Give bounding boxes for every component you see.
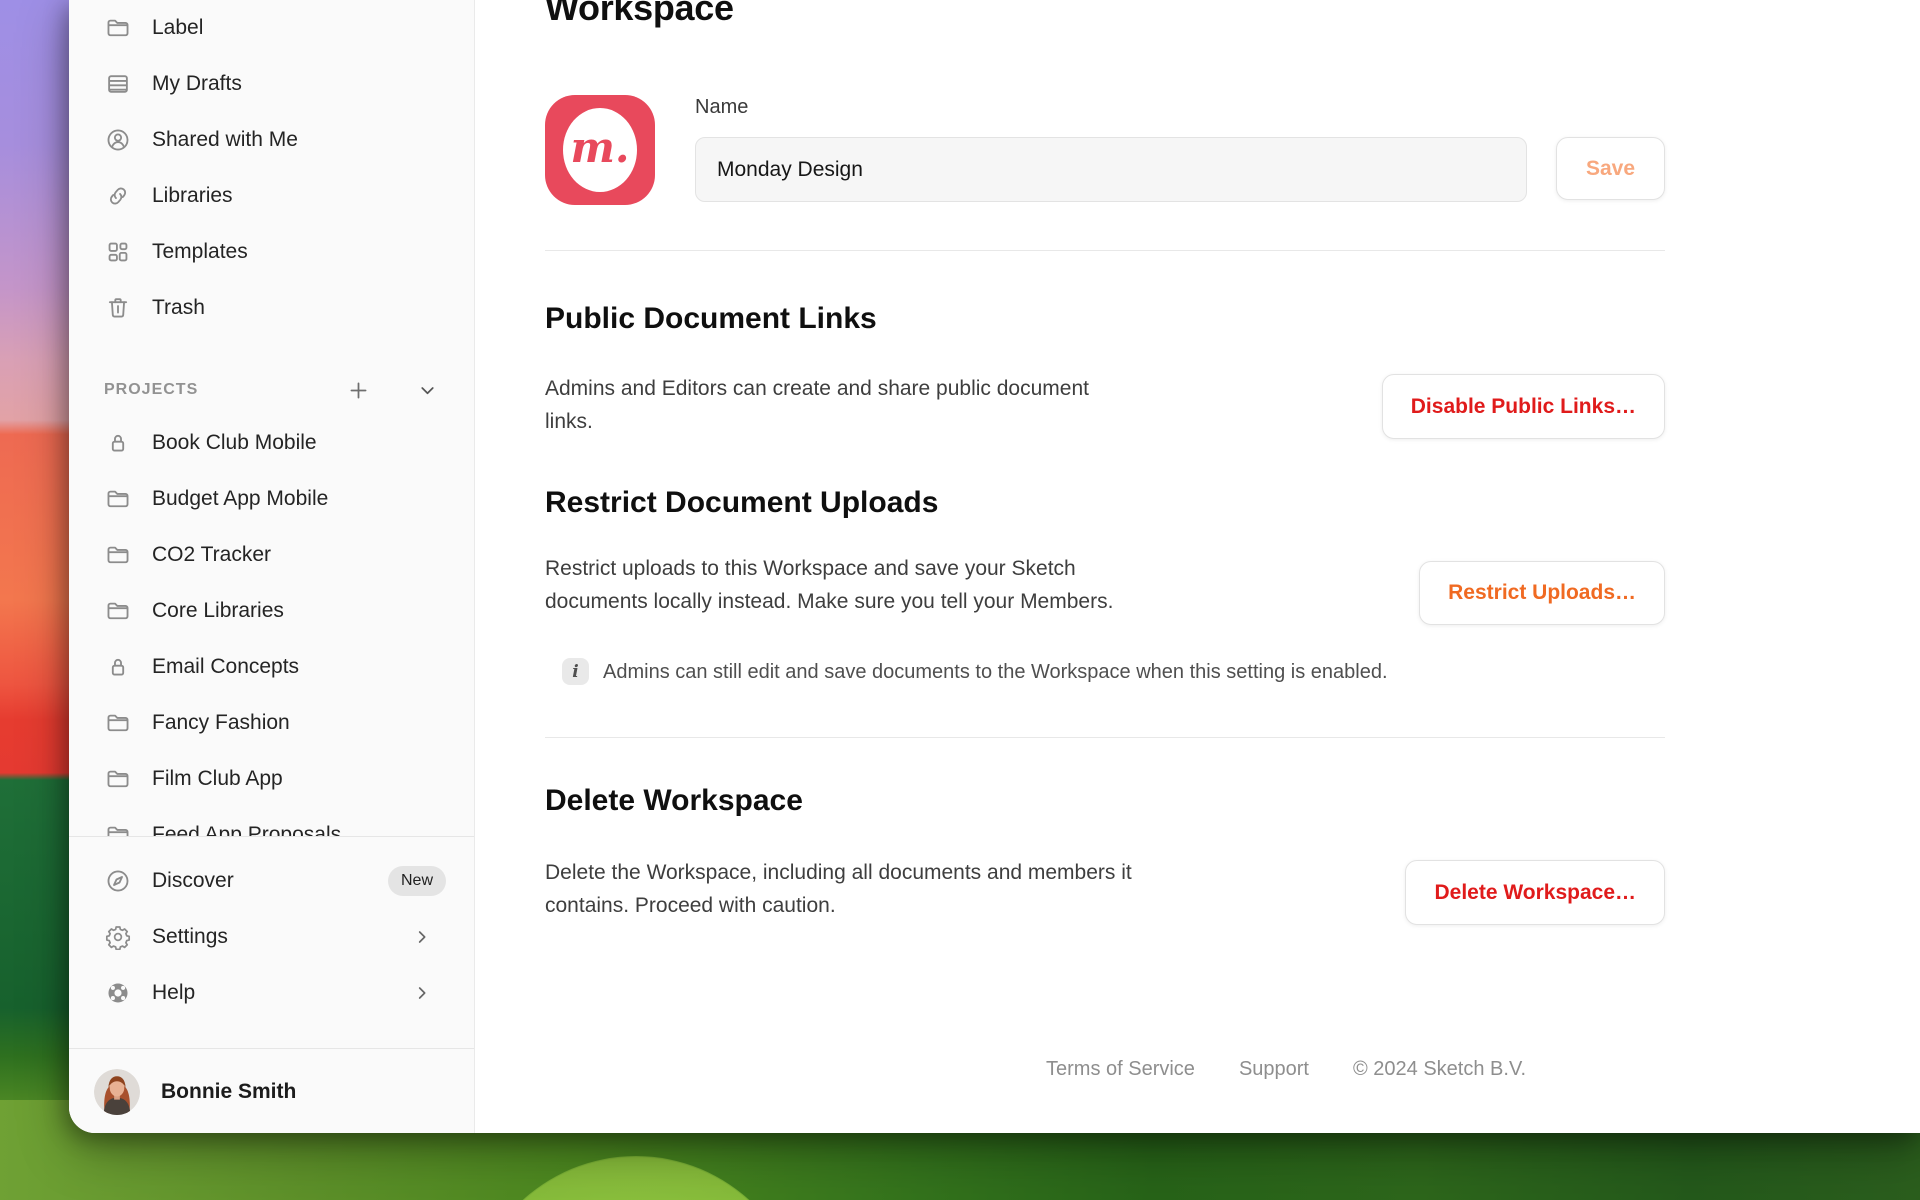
chevron-right-icon [412,927,432,947]
workspace-logo: m. [545,95,655,205]
section-title-delete-workspace: Delete Workspace [545,784,803,817]
terms-of-service-link[interactable]: Terms of Service [1046,1058,1195,1081]
person-circle-icon [105,127,131,153]
project-item-text: Email Concepts [152,655,300,678]
description-line: Restrict uploads to this Workspace and s… [545,557,1076,580]
sidebar-item-text: Label [152,16,204,39]
sketch-app-window: Label My Drafts Shared with Me Libraries… [69,0,1920,1133]
section-divider [545,737,1665,738]
projects-header-label: PROJECTS [104,381,199,398]
disable-public-links-button[interactable]: Disable Public Links… [1381,374,1665,439]
lock-icon [105,430,131,456]
copyright-text: © 2024 Sketch B.V. [1353,1058,1526,1080]
project-item-film-club-app[interactable]: Film Club App [69,751,474,807]
section-title-restrict-document-uploads: Restrict Document Uploads [545,486,939,519]
sidebar-item-text: Shared with Me [152,128,298,151]
name-field-label: Name [695,96,749,118]
avatar [94,1069,140,1115]
sidebar-item-settings[interactable]: Settings [69,909,474,965]
info-icon: i [562,658,589,685]
project-item-budget-app-mobile[interactable]: Budget App Mobile [69,471,474,527]
sidebar-item-libraries[interactable]: Libraries [69,168,474,224]
add-project-button[interactable] [346,378,371,403]
project-item-text: Core Libraries [152,599,284,622]
sidebar-item-text: Help [152,981,196,1004]
sidebar-item-my-drafts[interactable]: My Drafts [69,56,474,112]
sidebar: Label My Drafts Shared with Me Libraries… [69,0,475,1133]
sidebar-item-text: Settings [152,925,228,948]
project-item-fancy-fashion[interactable]: Fancy Fashion [69,695,474,751]
description-line: contains. Proceed with caution. [545,894,836,917]
projects-list: Book Club Mobile Budget App Mobile CO2 T… [69,415,474,863]
sidebar-item-discover[interactable]: Discover New [69,853,474,909]
project-item-book-club-mobile[interactable]: Book Club Mobile [69,415,474,471]
footer: Terms of Service Support © 2024 Sketch B… [1046,1058,1526,1081]
screen: Label My Drafts Shared with Me Libraries… [0,0,1920,1200]
folder-icon [105,598,131,624]
sidebar-nav-list: Label My Drafts Shared with Me Libraries… [69,0,474,336]
lifebuoy-icon [105,980,131,1006]
user-name: Bonnie Smith [161,1080,297,1103]
grid-icon [105,239,131,265]
trash-icon [105,295,131,321]
restrict-uploads-button[interactable]: Restrict Uploads… [1419,561,1665,625]
new-badge: New [387,866,446,896]
support-link[interactable]: Support [1239,1058,1309,1081]
project-item-co2-tracker[interactable]: CO2 Tracker [69,527,474,583]
lock-icon [105,654,131,680]
section-description: Delete the Workspace, including all docu… [545,856,1132,922]
user-account-row[interactable]: Bonnie Smith [69,1049,474,1133]
folder-icon [105,542,131,568]
description-line: Admins and Editors can create and share … [545,377,1089,400]
description-line: Delete the Workspace, including all docu… [545,861,1132,884]
sidebar-item-shared-with-me[interactable]: Shared with Me [69,112,474,168]
sidebar-item-text: Discover [152,869,234,892]
compass-icon [105,868,131,894]
folder-icon [105,710,131,736]
sidebar-item-templates[interactable]: Templates [69,224,474,280]
sidebar-bottom-panel: Discover New Settings Help Bonnie Smith [69,836,474,1133]
description-line: documents locally instead. Make sure you… [545,590,1114,613]
sidebar-item-text: Libraries [152,184,233,207]
project-item-email-concepts[interactable]: Email Concepts [69,639,474,695]
chevron-right-icon [412,983,432,1003]
workspace-name-input[interactable] [695,137,1527,202]
project-item-text: Book Club Mobile [152,431,317,454]
section-divider [545,250,1665,251]
drafts-icon [105,71,131,97]
admin-note-text: Admins can still edit and save documents… [603,661,1388,683]
project-item-text: Film Club App [152,767,283,790]
sidebar-item-text: My Drafts [152,72,242,95]
sidebar-item-text: Trash [152,296,205,319]
workspace-monogram: m. [570,122,630,172]
section-description: Restrict uploads to this Workspace and s… [545,552,1113,618]
sidebar-item-help[interactable]: Help [69,965,474,1021]
admin-note: i Admins can still edit and save documen… [562,658,1388,686]
section-description: Admins and Editors can create and share … [545,372,1089,438]
workspace-settings-main: Workspace m. Name Save Public Document L… [475,0,1920,1133]
project-item-text: CO2 Tracker [152,543,272,566]
folder-icon [105,15,131,41]
sidebar-item-text: Templates [152,240,248,263]
link-icon [105,183,131,209]
sidebar-item-label[interactable]: Label [69,0,474,56]
description-line: links. [545,410,593,433]
project-item-text: Budget App Mobile [152,487,329,510]
gear-icon [105,924,131,950]
folder-icon [105,486,131,512]
workspace-logo-oval: m. [563,108,637,192]
project-item-core-libraries[interactable]: Core Libraries [69,583,474,639]
chevron-down-icon[interactable] [417,380,438,401]
folder-icon [105,766,131,792]
save-button[interactable]: Save [1555,137,1665,200]
section-title-public-document-links: Public Document Links [545,302,877,335]
projects-section-header: PROJECTS [69,362,474,418]
delete-workspace-button[interactable]: Delete Workspace… [1405,860,1665,925]
project-item-text: Fancy Fashion [152,711,290,734]
sidebar-item-trash[interactable]: Trash [69,280,474,336]
page-title: Workspace [545,0,734,28]
